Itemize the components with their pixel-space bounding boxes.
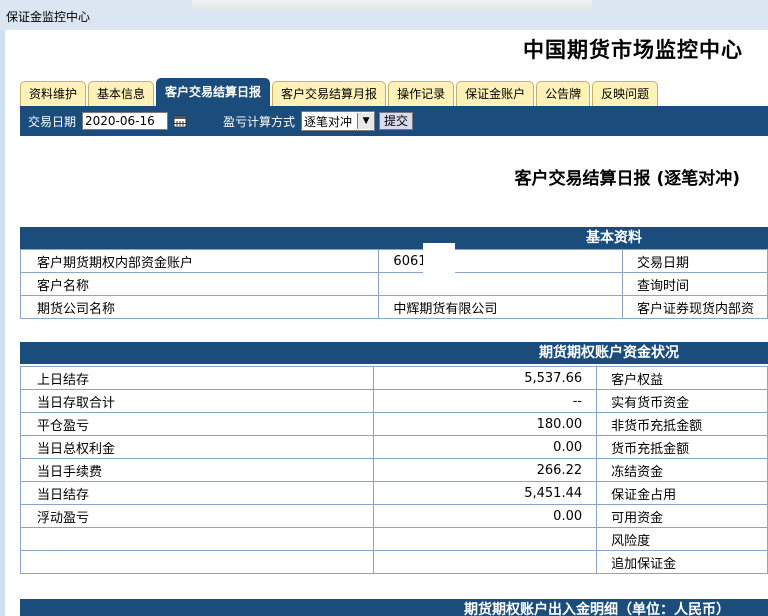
funds-label: 当日结存: [19, 481, 375, 505]
basic-value: 中辉期货有限公司: [378, 295, 624, 319]
funds-value: 0.00: [373, 504, 598, 528]
funds-right-label: 保证金占用: [596, 481, 768, 505]
table-row: 客户期货期权内部资金账户 6061 交易日期: [19, 249, 768, 273]
tab-bulletin[interactable]: 公告牌: [536, 81, 591, 106]
funds-label: 当日手续费: [19, 458, 375, 482]
submit-button[interactable]: 提交: [379, 112, 414, 130]
funds-right-label: 客户权益: [596, 366, 768, 390]
background-window-fragment: [192, 0, 592, 10]
funds-label: [19, 550, 375, 574]
query-toolbar: 交易日期 盈亏计算方式 逐笔对冲 ▼ 提交: [20, 106, 768, 136]
method-select[interactable]: 逐笔对冲 ▼: [301, 111, 376, 131]
basic-right-label: 客户证券现货内部资: [622, 295, 768, 319]
tab-operation-log[interactable]: 操作记录: [388, 81, 455, 106]
funds-right-label: 货币充抵金额: [596, 435, 768, 459]
funds-value: [373, 527, 598, 551]
basic-section-header: 基本资料: [20, 227, 768, 249]
table-row: 追加保证金: [19, 550, 768, 574]
table-row: 客户名称 查询时间: [19, 272, 768, 296]
funds-value: 180.00: [373, 412, 598, 436]
funds-right-label: 风险度: [596, 527, 768, 551]
funds-value: 266.22: [373, 458, 598, 482]
funds-value: 0.00: [373, 435, 598, 459]
funds-value: [373, 550, 598, 574]
funds-right-label: 实有货币资金: [596, 389, 768, 413]
basic-label: 客户期货期权内部资金账户: [19, 249, 380, 273]
table-row: 期货公司名称 中辉期货有限公司 客户证券现货内部资: [19, 295, 768, 319]
table-row: 风险度: [19, 527, 768, 551]
funds-value: 5,537.66: [373, 366, 598, 390]
basic-value: [378, 272, 624, 296]
table-row: 当日结存 5,451.44 保证金占用: [19, 481, 768, 505]
funds-right-label: 冻结资金: [596, 458, 768, 482]
basic-right-label: 查询时间: [622, 272, 768, 296]
method-select-value: 逐笔对冲: [304, 114, 353, 129]
method-label: 盈亏计算方式: [223, 114, 296, 129]
basic-section-title: 基本资料: [586, 230, 642, 246]
basic-label: 客户名称: [19, 272, 380, 296]
date-label: 交易日期: [28, 114, 77, 129]
date-input[interactable]: [82, 112, 169, 130]
table-row: 当日总权利金 0.00 货币充抵金额: [19, 435, 768, 459]
basic-right-label: 交易日期: [622, 249, 768, 273]
tab-monthly-statement[interactable]: 客户交易结算月报: [272, 81, 387, 106]
table-row: 当日手续费 266.22 冻结资金: [19, 458, 768, 482]
basic-value: 6061: [378, 249, 624, 273]
tab-daily-statement[interactable]: 客户交易结算日报: [156, 78, 271, 106]
basic-label: 期货公司名称: [19, 295, 380, 319]
page-title: 中国期货市场监控中心: [523, 37, 743, 62]
table-row: 上日结存 5,537.66 客户权益: [19, 366, 768, 390]
tab-profile[interactable]: 资料维护: [20, 81, 87, 106]
funds-value: 5,451.44: [373, 481, 598, 505]
funds-right-label: 非货币充抵金额: [596, 412, 768, 436]
funds-table: 上日结存 5,537.66 客户权益 当日存取合计 -- 实有货币资金 平仓盈亏…: [19, 366, 768, 574]
main-content: 中国期货市场监控中心 资料维护 基本信息 客户交易结算日报 客户交易结算月报 操…: [5, 30, 768, 616]
funds-label: 浮动盈亏: [19, 504, 375, 528]
funds-value: --: [373, 389, 598, 413]
report-title: 客户交易结算日报 (逐笔对冲): [514, 169, 740, 189]
funds-label: 当日总权利金: [19, 435, 375, 459]
chevron-down-icon[interactable]: ▼: [357, 113, 375, 129]
funds-label: [19, 527, 375, 551]
tab-feedback[interactable]: 反映问题: [592, 81, 659, 106]
tab-basic-info[interactable]: 基本信息: [88, 81, 155, 106]
window-titlebar: 保证金监控中心: [0, 0, 768, 31]
calendar-icon[interactable]: [173, 114, 187, 128]
funds-label: 上日结存: [19, 366, 375, 390]
funds-right-label: 可用资金: [596, 504, 768, 528]
detail-section-title: 期货期权账户出入金明细（单位：人民币）: [464, 602, 730, 616]
basic-info-table: 客户期货期权内部资金账户 6061 交易日期 客户名称 查询时间 期货公司名称 …: [19, 249, 768, 319]
detail-section-header: 期货期权账户出入金明细（单位：人民币）: [20, 599, 768, 616]
window-title: 保证金监控中心: [6, 10, 91, 24]
redaction-mask: [423, 243, 455, 273]
table-row: 浮动盈亏 0.00 可用资金: [19, 504, 768, 528]
funds-label: 当日存取合计: [19, 389, 375, 413]
table-row: 平仓盈亏 180.00 非货币充抵金额: [19, 412, 768, 436]
tab-bar: 资料维护 基本信息 客户交易结算日报 客户交易结算月报 操作记录 保证金账户 公…: [20, 78, 660, 106]
funds-right-label: 追加保证金: [596, 550, 768, 574]
funds-label: 平仓盈亏: [19, 412, 375, 436]
tab-margin-account[interactable]: 保证金账户: [456, 81, 535, 106]
table-row: 当日存取合计 -- 实有货币资金: [19, 389, 768, 413]
funds-section-title: 期货期权账户资金状况: [539, 345, 679, 361]
funds-section-header: 期货期权账户资金状况: [20, 342, 768, 364]
